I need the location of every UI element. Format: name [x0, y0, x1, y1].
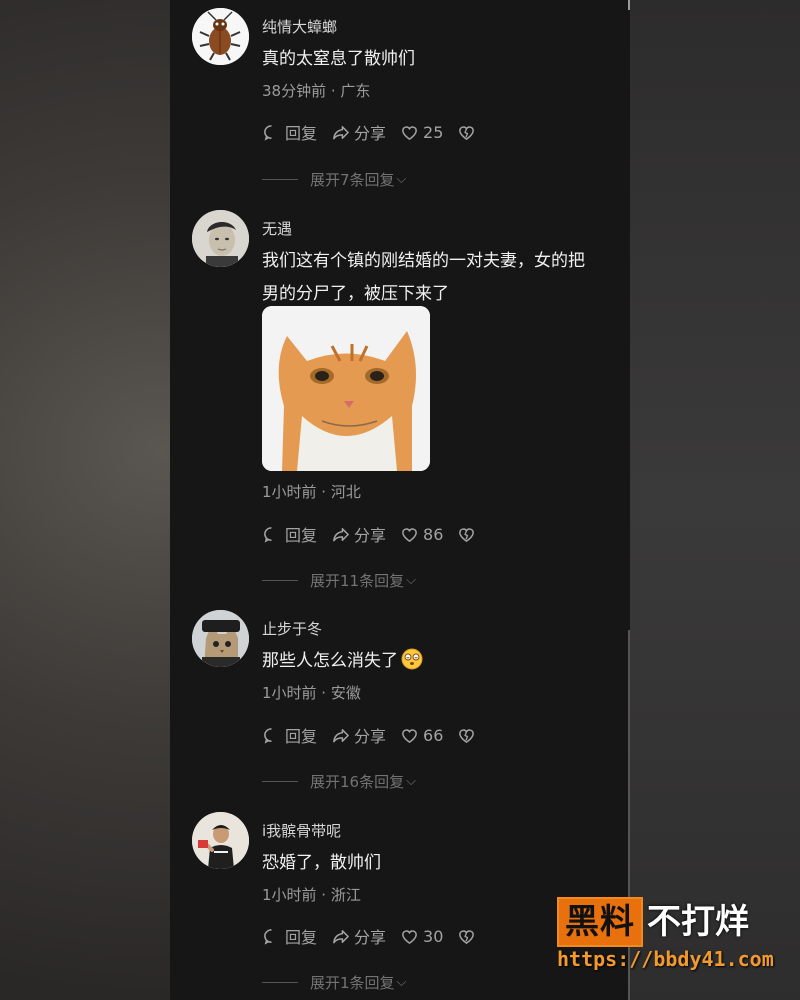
reply-bubble-icon: [264, 124, 272, 141]
expand-replies-button[interactable]: 展开1条回复 ⌵: [262, 972, 406, 992]
comment-text-line: 真的太窒息了散帅们: [262, 49, 415, 69]
comment-text-line: 那些人怎么消失了: [262, 645, 617, 678]
watermark-url: https://bbdy41.com: [557, 947, 774, 971]
expand-replies-button[interactable]: 展开7条回复 ⌵: [262, 169, 406, 189]
expand-replies-label: 展开16条回复: [310, 772, 405, 791]
person-avatar-icon: [192, 210, 249, 267]
comment-text-content: 那些人怎么消失了: [262, 651, 398, 671]
like-count: 30: [423, 926, 444, 946]
broken-heart-icon: [459, 929, 475, 944]
avatar[interactable]: [192, 812, 249, 869]
reply-label: 回复: [285, 928, 318, 947]
comment-text: 恐婚了，散帅们: [262, 847, 617, 880]
share-label: 分享: [354, 526, 387, 545]
comment-text: 真的太窒息了散帅们: [262, 43, 617, 76]
username[interactable]: 纯情大蟑螂: [262, 16, 337, 37]
expand-replies-label: 展开11条回复: [310, 571, 405, 590]
share-label: 分享: [354, 928, 387, 947]
username[interactable]: i我髌骨带呢: [262, 820, 341, 841]
reply-bubble-icon: [264, 928, 272, 945]
share-button[interactable]: 分享: [331, 924, 386, 948]
dislike-button[interactable]: [457, 123, 480, 142]
watermark-text: 不打烊: [647, 902, 749, 942]
comment-text: 我们这有个镇的刚结婚的一对夫妻，女的把 男的分尸了，被压下来了: [262, 245, 617, 311]
dislike-button[interactable]: [457, 726, 480, 745]
comment-actions: 回复 分享 66: [262, 723, 494, 747]
broken-heart-icon: [459, 125, 475, 140]
avatar[interactable]: [192, 8, 249, 65]
chevron-down-icon: ⌵: [406, 773, 416, 789]
reply-button[interactable]: 回复: [262, 924, 317, 948]
expand-replies-button[interactable]: 展开11条回复 ⌵: [262, 570, 416, 590]
comment-actions: 回复 分享 30: [262, 924, 494, 948]
scrollbar-thumb[interactable]: [628, 0, 630, 10]
watermark-box-text: 黑料: [557, 897, 643, 947]
divider: [262, 178, 298, 180]
share-arrow-icon: [333, 728, 349, 742]
like-button[interactable]: 66: [400, 726, 443, 745]
watermark-logo: 黑料 不打烊 https://bbdy41.com: [557, 897, 782, 971]
cockroach-avatar-icon: [192, 8, 249, 65]
divider: [262, 981, 298, 983]
reply-bubble-icon: [264, 727, 272, 744]
chevron-down-icon: ⌵: [396, 974, 407, 990]
reply-label: 回复: [285, 526, 318, 545]
dislike-button[interactable]: [457, 927, 480, 946]
dislike-button[interactable]: [457, 525, 480, 544]
heart-icon: [402, 728, 417, 743]
cat-sticker-image[interactable]: [262, 306, 430, 471]
heart-icon: [402, 929, 417, 944]
chevron-down-icon: ⌵: [396, 171, 407, 187]
reply-button[interactable]: 回复: [262, 723, 317, 747]
share-arrow-icon: [333, 125, 349, 139]
like-button[interactable]: 30: [400, 927, 443, 946]
dizzy-face-emoji-icon: [401, 648, 423, 670]
like-count: 86: [423, 524, 444, 544]
expand-replies-button[interactable]: 展开16条回复 ⌵: [262, 771, 416, 791]
share-label: 分享: [354, 124, 387, 143]
comment-meta: 1小时前 · 河北: [262, 483, 361, 501]
comment-meta: 1小时前 · 浙江: [262, 886, 361, 904]
comment-text-line: 我们这有个镇的刚结婚的一对夫妻，女的把: [262, 251, 585, 271]
chevron-down-icon: ⌵: [406, 572, 416, 588]
comment-text-line: 恐婚了，散帅们: [262, 853, 381, 873]
broken-heart-icon: [459, 527, 475, 542]
reply-bubble-icon: [264, 526, 272, 543]
username[interactable]: 止步于冬: [262, 618, 322, 639]
share-button[interactable]: 分享: [331, 723, 386, 747]
cat-avatar-icon: [192, 610, 249, 667]
comment-panel: 纯情大蟑螂 真的太窒息了散帅们 38分钟前 · 广东 回复 分享 25 展开7条…: [170, 0, 630, 1000]
boy-avatar-icon: [192, 812, 249, 869]
reply-button[interactable]: 回复: [262, 120, 317, 144]
reply-label: 回复: [285, 124, 318, 143]
heart-icon: [402, 125, 417, 140]
share-arrow-icon: [333, 929, 349, 943]
comment-actions: 回复 分享 25: [262, 120, 494, 144]
reply-button[interactable]: 回复: [262, 522, 317, 546]
avatar[interactable]: [192, 210, 249, 267]
cat-sticker-icon: [262, 306, 430, 471]
comment-text: 那些人怎么消失了: [262, 645, 617, 678]
share-button[interactable]: 分享: [331, 522, 386, 546]
comment-meta: 1小时前 · 安徽: [262, 684, 361, 702]
divider: [262, 579, 298, 581]
like-button[interactable]: 25: [400, 123, 443, 142]
expand-replies-label: 展开7条回复: [310, 170, 395, 189]
heart-icon: [402, 527, 417, 542]
reply-label: 回复: [285, 727, 318, 746]
avatar[interactable]: [192, 610, 249, 667]
username[interactable]: 无遇: [262, 218, 292, 239]
share-button[interactable]: 分享: [331, 120, 386, 144]
comment-meta: 38分钟前 · 广东: [262, 82, 371, 100]
share-arrow-icon: [333, 527, 349, 541]
like-button[interactable]: 86: [400, 525, 443, 544]
background-right: [630, 0, 800, 1000]
divider: [262, 780, 298, 782]
share-label: 分享: [354, 727, 387, 746]
broken-heart-icon: [459, 728, 475, 743]
expand-replies-label: 展开1条回复: [310, 973, 395, 992]
like-count: 66: [423, 725, 444, 745]
like-count: 25: [423, 122, 444, 142]
comment-actions: 回复 分享 86: [262, 522, 494, 546]
